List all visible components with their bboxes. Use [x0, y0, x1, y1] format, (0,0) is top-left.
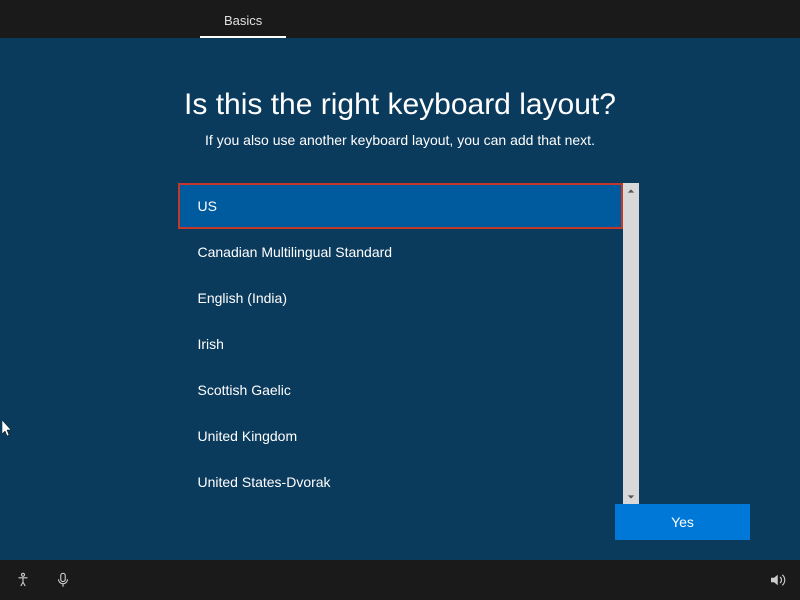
bottom-taskbar — [0, 560, 800, 600]
tab-basics[interactable]: Basics — [200, 5, 286, 38]
page-subtitle: If you also use another keyboard layout,… — [0, 132, 800, 148]
scroll-up-button[interactable] — [623, 183, 639, 199]
accessibility-icon[interactable] — [14, 571, 32, 589]
keyboard-layout-item[interactable]: United States-Dvorak — [178, 459, 623, 505]
scroll-down-button[interactable] — [623, 489, 639, 505]
keyboard-layout-item[interactable]: Scottish Gaelic — [178, 367, 623, 413]
keyboard-layout-item[interactable]: United Kingdom — [178, 413, 623, 459]
chevron-up-icon — [627, 182, 635, 200]
page-title: Is this the right keyboard layout? — [0, 88, 800, 122]
bottom-left-icons — [14, 571, 72, 589]
keyboard-layout-list-wrap: USCanadian Multilingual StandardEnglish … — [178, 183, 623, 505]
keyboard-layout-list[interactable]: USCanadian Multilingual StandardEnglish … — [178, 183, 623, 505]
yes-button[interactable]: Yes — [615, 504, 750, 540]
keyboard-layout-item[interactable]: US — [178, 183, 623, 229]
keyboard-layout-item[interactable]: English (India) — [178, 275, 623, 321]
volume-icon[interactable] — [768, 571, 786, 589]
scrollbar[interactable] — [623, 183, 639, 505]
keyboard-layout-item[interactable]: Irish — [178, 321, 623, 367]
main-content: Is this the right keyboard layout? If yo… — [0, 38, 800, 505]
keyboard-layout-item[interactable]: Canadian Multilingual Standard — [178, 229, 623, 275]
top-tab-bar: Basics — [0, 0, 800, 38]
microphone-icon[interactable] — [54, 571, 72, 589]
